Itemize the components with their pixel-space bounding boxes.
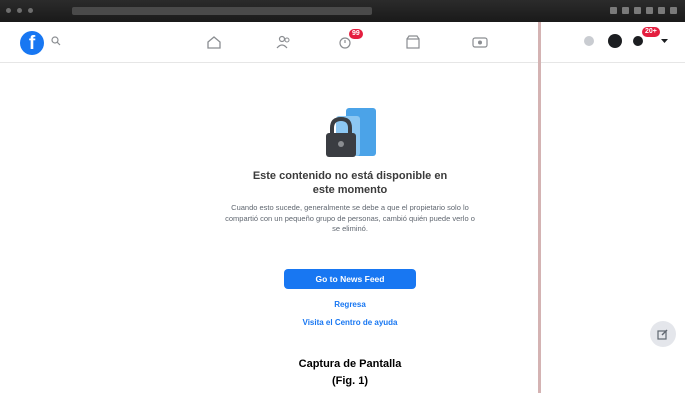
- window-controls[interactable]: [6, 8, 33, 13]
- home-icon[interactable]: [205, 34, 223, 50]
- unavailable-title-line2: este momento: [312, 184, 388, 196]
- help-center-link[interactable]: Visita el Centro de ayuda: [240, 318, 460, 327]
- lock-illustration-icon: [326, 108, 376, 157]
- messenger-icon[interactable]: [608, 34, 622, 48]
- groups-icon[interactable]: [471, 34, 489, 50]
- caption-figure-number: (Fig. 1): [331, 375, 369, 387]
- unavailable-content-panel: Este contenido no está disponible en est…: [0, 62, 538, 393]
- friends-icon[interactable]: [275, 34, 293, 50]
- compose-icon: [657, 329, 668, 340]
- menu-icon[interactable]: [584, 36, 594, 46]
- go-back-link[interactable]: Regresa: [240, 300, 460, 309]
- caption-title: Captura de Pantalla: [298, 358, 402, 370]
- new-message-button[interactable]: [650, 321, 676, 347]
- right-panel-divider: [538, 22, 541, 393]
- address-bar[interactable]: [72, 7, 372, 15]
- notification-badge: 99: [349, 29, 363, 39]
- facebook-logo-icon[interactable]: f: [20, 31, 44, 55]
- notifications-count-badge: 20+: [642, 27, 660, 37]
- notifications-icon[interactable]: [633, 36, 643, 46]
- go-to-news-feed-button[interactable]: Go to News Feed: [284, 269, 416, 289]
- account-chevron-down-icon[interactable]: [660, 37, 669, 45]
- unavailable-title: Este contenido no está disponible en est…: [210, 169, 490, 197]
- unavailable-description: Cuando esto sucede, generalmente se debe…: [225, 203, 475, 233]
- search-icon[interactable]: [51, 36, 61, 46]
- marketplace-icon[interactable]: [404, 34, 422, 50]
- browser-toolbar: [0, 0, 685, 22]
- browser-extensions[interactable]: [610, 7, 677, 14]
- unavailable-title-line1: Este contenido no está disponible en: [252, 170, 448, 182]
- top-navigation-bar: f 99 20+: [0, 22, 685, 63]
